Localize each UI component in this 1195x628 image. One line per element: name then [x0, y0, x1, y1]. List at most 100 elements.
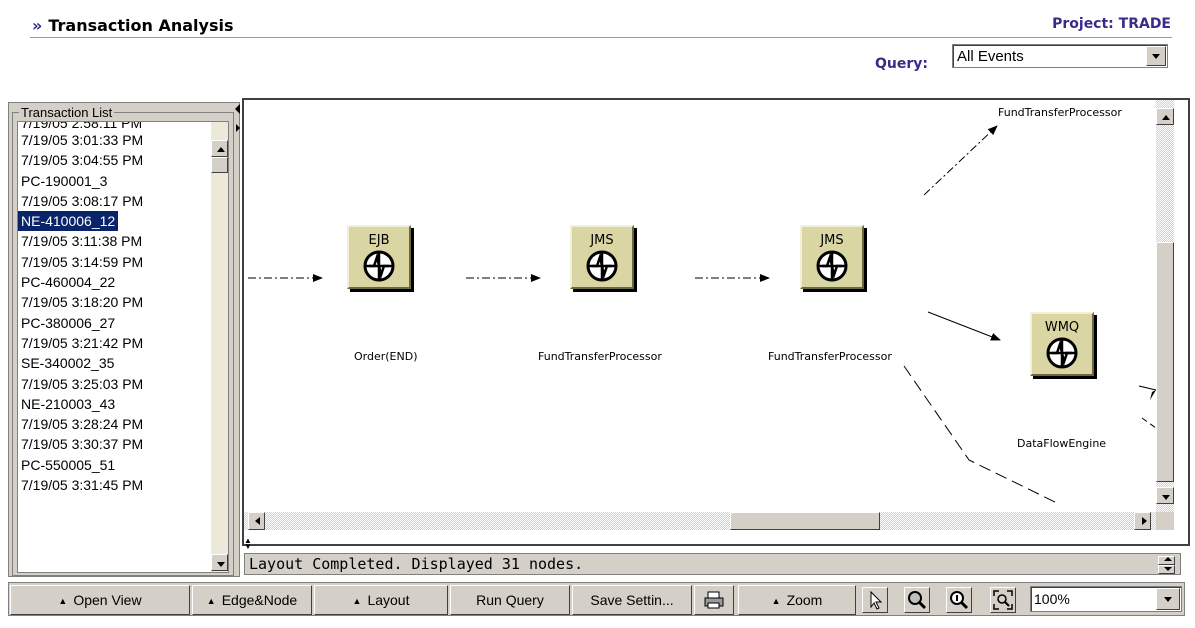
splitter-left-arrow-icon[interactable] [235, 104, 240, 114]
transaction-list[interactable]: 7/19/05 2:58:11 PM 7/19/05 3:01:33 PM 7/1… [17, 121, 229, 573]
list-item[interactable]: SE-340002_35 [18, 353, 228, 373]
status-text: Layout Completed. Displayed 31 nodes. [249, 555, 584, 573]
chevron-down-icon [1164, 597, 1172, 602]
graph-edges [248, 125, 1156, 505]
list-item-label: 7/19/05 3:11:38 PM [21, 233, 143, 250]
graph-node-jms[interactable]: JMS [800, 225, 864, 289]
chevron-down-icon [1152, 54, 1160, 59]
canvas-scroll-left-button[interactable] [248, 512, 265, 530]
list-item-label: 7/19/05 3:28:24 PM [21, 416, 144, 433]
splitter-collapse-icon[interactable]: ▲ ▼ [244, 537, 252, 551]
zoom-label: Zoom [786, 592, 823, 608]
run-query-button[interactable]: Run Query [450, 585, 570, 615]
list-item[interactable]: 7/19/05 3:25:03 PM [18, 374, 228, 394]
graph-node-jms[interactable]: JMS [570, 225, 634, 289]
list-item[interactable]: 7/19/05 3:08:17 PM [18, 191, 228, 211]
node-kind: WMQ [1044, 320, 1080, 335]
list-item-partial[interactable]: 7/19/05 2:58:11 PM [18, 122, 228, 130]
pulse-circle-icon [816, 250, 848, 282]
list-item-label: PC-380006_27 [21, 314, 116, 331]
triangle-up-icon: ▲ [206, 596, 216, 606]
zoom-dropdown-button[interactable] [1156, 588, 1180, 610]
list-item[interactable]: PC-380006_27 [18, 313, 228, 333]
zoom-level-select[interactable]: 100% [1030, 586, 1182, 612]
list-item-label: 7/19/05 3:08:17 PM [21, 192, 144, 209]
save-settings-button[interactable]: Save Settin... [572, 585, 692, 615]
edge-node-label: Edge&Node [221, 592, 298, 608]
arrow-right-icon [1142, 517, 1147, 525]
list-item[interactable]: NE-410006_12 [18, 211, 228, 232]
query-select[interactable]: All Events [952, 44, 1168, 68]
list-item[interactable]: PC-550005_51 [18, 455, 228, 475]
node-kind: JMS [820, 233, 844, 248]
canvas-hscroll-thumb[interactable] [730, 512, 880, 530]
list-item[interactable]: 7/19/05 3:11:38 PM [18, 231, 228, 251]
list-item-label: 7/19/05 3:25:03 PM [21, 375, 144, 392]
list-item[interactable]: 7/19/05 3:28:24 PM [18, 414, 228, 434]
spin-down-button[interactable] [1158, 565, 1175, 574]
pulse-circle-icon [1046, 337, 1078, 369]
canvas-scroll-right-button[interactable] [1134, 512, 1151, 530]
spin-up-button[interactable] [1158, 556, 1175, 565]
transaction-list-scrollbar[interactable] [211, 122, 228, 572]
list-item-label: PC-550005_51 [21, 456, 116, 473]
node-label: FundTransferProcessor [768, 350, 892, 363]
layout-label: Layout [367, 592, 410, 608]
double-chevron-icon: » [32, 16, 43, 35]
node-kind: JMS [590, 233, 614, 248]
arrow-up-icon [1164, 557, 1172, 561]
scroll-thumb[interactable] [211, 157, 228, 173]
list-item[interactable]: 7/19/05 3:31:45 PM [18, 475, 228, 495]
edge-to-offscreen-processor [923, 125, 998, 196]
fit-window-icon [993, 590, 1013, 610]
list-item[interactable]: 7/19/05 3:01:33 PM [18, 130, 228, 150]
list-item[interactable]: 7/19/05 3:04:55 PM [18, 150, 228, 170]
list-item[interactable]: PC-190001_3 [18, 171, 228, 191]
zoom-area-button[interactable] [904, 587, 930, 613]
select-pointer-button[interactable] [862, 587, 888, 613]
list-item-label: PC-460004_22 [21, 274, 116, 291]
project-label: Project: TRADE [1052, 16, 1171, 32]
open-view-button[interactable]: ▲ Open View [10, 585, 190, 615]
layout-button[interactable]: ▲ Layout [314, 585, 448, 615]
list-item[interactable]: 7/19/05 3:30:37 PM [18, 434, 228, 454]
graph-node-ejb[interactable]: EJB [347, 225, 411, 289]
query-dropdown-button[interactable] [1146, 46, 1166, 66]
list-item-label: 7/19/05 3:01:33 PM [21, 132, 144, 148]
canvas-vertical-scrollbar[interactable] [1156, 100, 1174, 528]
canvas-vscroll-thumb[interactable] [1156, 242, 1174, 482]
splitter-right-arrow-icon[interactable] [236, 124, 240, 132]
list-item[interactable]: 7/19/05 3:14:59 PM [18, 252, 228, 272]
arrow-down-icon [1164, 567, 1172, 571]
fit-to-window-button[interactable] [990, 587, 1016, 613]
list-item[interactable]: NE-210003_43 [18, 394, 228, 414]
run-query-label: Run Query [476, 592, 544, 608]
graph-node-wmq[interactable]: WMQ [1030, 312, 1094, 376]
zoom-button[interactable]: ▲ Zoom [738, 585, 856, 615]
scroll-down-button[interactable] [211, 554, 228, 571]
edge-node-button[interactable]: ▲ Edge&Node [192, 585, 312, 615]
pointer-icon [870, 590, 883, 610]
edge-to-wmq [927, 311, 1001, 341]
node-label: DataFlowEngine [1017, 437, 1107, 450]
status-spinner[interactable] [1158, 556, 1175, 574]
save-settings-label: Save Settin... [590, 592, 674, 608]
list-item[interactable]: 7/19/05 3:21:42 PM [18, 333, 228, 353]
list-item[interactable]: PC-460004_22 [18, 272, 228, 292]
list-item-label: NE-410006_12 [18, 211, 119, 232]
print-button[interactable] [694, 585, 734, 615]
list-item-label: 7/19/05 3:31:45 PM [21, 477, 144, 494]
list-item-label: 7/19/05 3:04:55 PM [21, 152, 144, 169]
list-item[interactable]: 7/19/05 3:18:20 PM [18, 292, 228, 312]
scroll-up-button[interactable] [211, 140, 228, 157]
canvas-horizontal-scrollbar[interactable] [244, 512, 1172, 530]
triangle-up-icon: ▲ [352, 596, 362, 606]
canvas-scroll-down-button[interactable] [1156, 487, 1174, 504]
zoom-in-button[interactable] [946, 587, 972, 613]
offscreen-node-label: FundTransferProcessor [998, 106, 1122, 119]
canvas-scroll-up-button[interactable] [1156, 108, 1174, 125]
page-title-text: Transaction Analysis [48, 16, 234, 35]
list-item-label: 7/19/05 3:21:42 PM [21, 334, 144, 351]
header-divider [30, 37, 1172, 38]
node-label: Order(END) [354, 350, 418, 363]
